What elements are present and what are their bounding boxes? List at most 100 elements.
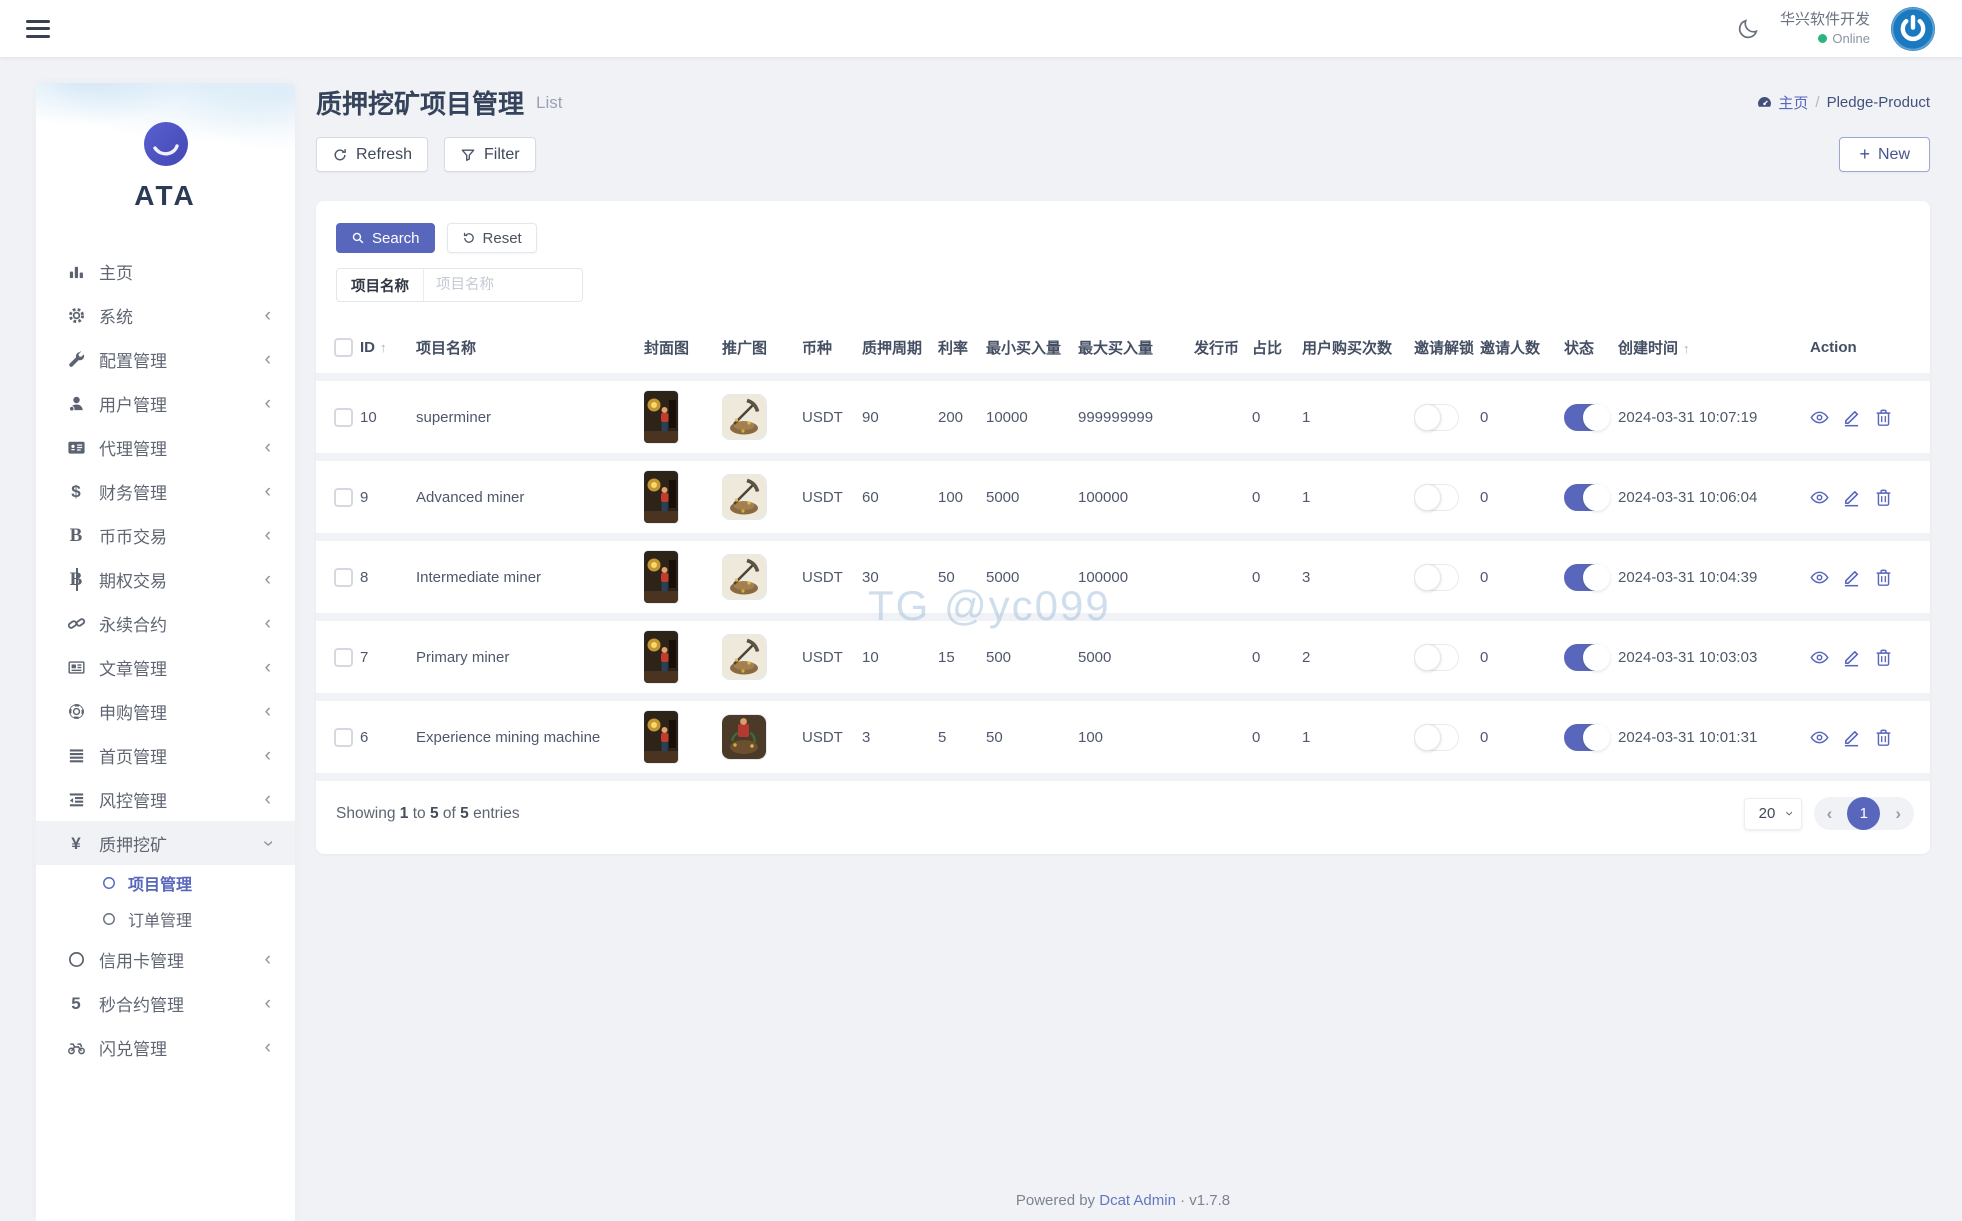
motorcycle-icon [65,1038,87,1057]
chevron-down-icon: ‹ [1780,811,1797,816]
sidebar-item-risk[interactable]: 风控管理 ‹ [36,777,295,821]
sidebar-subitem-order-management[interactable]: 订单管理 [36,901,295,937]
new-button[interactable]: + New [1839,137,1930,172]
delete-icon[interactable] [1874,408,1893,427]
sort-asc-icon[interactable]: ↑ [380,340,387,355]
page-size-select[interactable]: 20 ‹ [1744,798,1802,830]
sidebar-item-users[interactable]: 用户管理 ‹ [36,381,295,425]
status-toggle[interactable] [1564,724,1609,751]
col-invite-count: 邀请人数 [1480,322,1564,377]
invite-unlock-toggle[interactable] [1414,564,1459,591]
sidebar-item-credit-card[interactable]: 信用卡管理 ‹ [36,937,295,981]
delete-icon[interactable] [1874,488,1893,507]
view-icon[interactable] [1810,648,1829,667]
circle-icon [65,950,87,969]
delete-icon[interactable] [1874,728,1893,747]
dark-mode-moon-icon[interactable] [1737,17,1760,40]
cell-ratio: 0 [1252,697,1302,777]
view-icon[interactable] [1810,408,1829,427]
circle-icon [101,912,116,926]
current-page-button[interactable]: 1 [1847,797,1880,830]
view-icon[interactable] [1810,728,1829,747]
edit-icon[interactable] [1842,408,1861,427]
promo-image[interactable] [722,635,766,679]
edit-icon[interactable] [1842,728,1861,747]
cell-max-buy: 100000 [1078,457,1194,537]
invite-unlock-toggle[interactable] [1414,644,1459,671]
cover-image[interactable] [644,551,678,603]
sidebar-item-finance[interactable]: $ 财务管理 ‹ [36,469,295,513]
sidebar-item-config[interactable]: 配置管理 ‹ [36,337,295,381]
user-info[interactable]: 华兴软件开发 Online [1780,10,1870,48]
reset-button[interactable]: Reset [447,223,537,253]
delete-icon[interactable] [1874,568,1893,587]
cover-image[interactable] [644,631,678,683]
invite-unlock-toggle[interactable] [1414,404,1459,431]
sidebar-item-second-contract[interactable]: 5 秒合约管理 ‹ [36,981,295,1025]
sidebar-item-articles[interactable]: 文章管理 ‹ [36,645,295,689]
edit-icon[interactable] [1842,648,1861,667]
menu-toggle-icon[interactable] [26,20,50,38]
cover-image[interactable] [644,711,678,763]
link-icon [65,614,87,633]
sidebar-item-flash-exchange[interactable]: 闪兑管理 ‹ [36,1025,295,1069]
sidebar-item-homepage[interactable]: 首页管理 ‹ [36,733,295,777]
edit-icon[interactable] [1842,568,1861,587]
status-toggle[interactable] [1564,644,1609,671]
promo-image[interactable] [722,475,766,519]
sidebar-item-subscription[interactable]: 申购管理 ‹ [36,689,295,733]
view-icon[interactable] [1810,568,1829,587]
row-checkbox[interactable] [334,648,353,667]
edit-icon[interactable] [1842,488,1861,507]
sidebar-item-perpetual[interactable]: 永续合约 ‹ [36,601,295,645]
delete-icon[interactable] [1874,648,1893,667]
sidebar-item-pledge-mining[interactable]: ¥ 质押挖矿 ‹ [36,821,295,865]
status-toggle[interactable] [1564,484,1609,511]
breadcrumb-home-link[interactable]: 主页 [1756,92,1808,113]
bitcoin-icon: B [65,570,87,589]
next-page-button[interactable]: › [1895,805,1901,822]
row-checkbox[interactable] [334,408,353,427]
cover-image[interactable] [644,391,678,443]
cell-rate: 15 [938,617,986,697]
row-checkbox[interactable] [334,488,353,507]
online-status-label: Online [1832,30,1870,48]
status-toggle[interactable] [1564,404,1609,431]
col-project-name: 项目名称 [416,322,644,377]
promo-image[interactable] [722,715,766,759]
cell-ratio: 0 [1252,457,1302,537]
row-checkbox[interactable] [334,568,353,587]
cell-min-buy: 50 [986,697,1078,777]
invite-unlock-toggle[interactable] [1414,484,1459,511]
logo: ATA [36,83,295,243]
chevron-left-icon: ‹ [265,614,271,633]
sidebar-item-home[interactable]: 主页 [36,249,295,293]
dcat-admin-link[interactable]: Dcat Admin [1099,1192,1176,1209]
view-icon[interactable] [1810,488,1829,507]
promo-image[interactable] [722,555,766,599]
sidebar-subitem-project-management[interactable]: 项目管理 [36,865,295,901]
topbar: 华兴软件开发 Online [0,0,1962,57]
sidebar-item-spot-trading[interactable]: B 币币交易 ‹ [36,513,295,557]
project-name-input[interactable] [424,269,582,301]
select-all-checkbox[interactable] [334,338,353,357]
filter-button[interactable]: Filter [444,137,536,172]
sidebar-item-options-trading[interactable]: B 期权交易 ‹ [36,557,295,601]
sort-asc-icon[interactable]: ↑ [1683,341,1690,356]
cell-invite-count: 0 [1480,697,1564,777]
refresh-button[interactable]: Refresh [316,137,428,172]
main-content: 质押挖矿项目管理 List 主页 / Pledge-Product Refres… [316,57,1930,1221]
sidebar-item-agents[interactable]: 代理管理 ‹ [36,425,295,469]
sidebar-item-system[interactable]: 系统 ‹ [36,293,295,337]
life-ring-icon [65,702,87,721]
version-label: v1.7.8 [1189,1192,1230,1209]
avatar[interactable] [1890,6,1936,52]
prev-page-button[interactable]: ‹ [1827,805,1833,822]
promo-image[interactable] [722,395,766,439]
cover-image[interactable] [644,471,678,523]
table-row: 9 Advanced miner USDT 60 100 5000 100000… [316,457,1930,537]
invite-unlock-toggle[interactable] [1414,724,1459,751]
status-toggle[interactable] [1564,564,1609,591]
row-checkbox[interactable] [334,728,353,747]
search-button[interactable]: Search [336,223,435,253]
